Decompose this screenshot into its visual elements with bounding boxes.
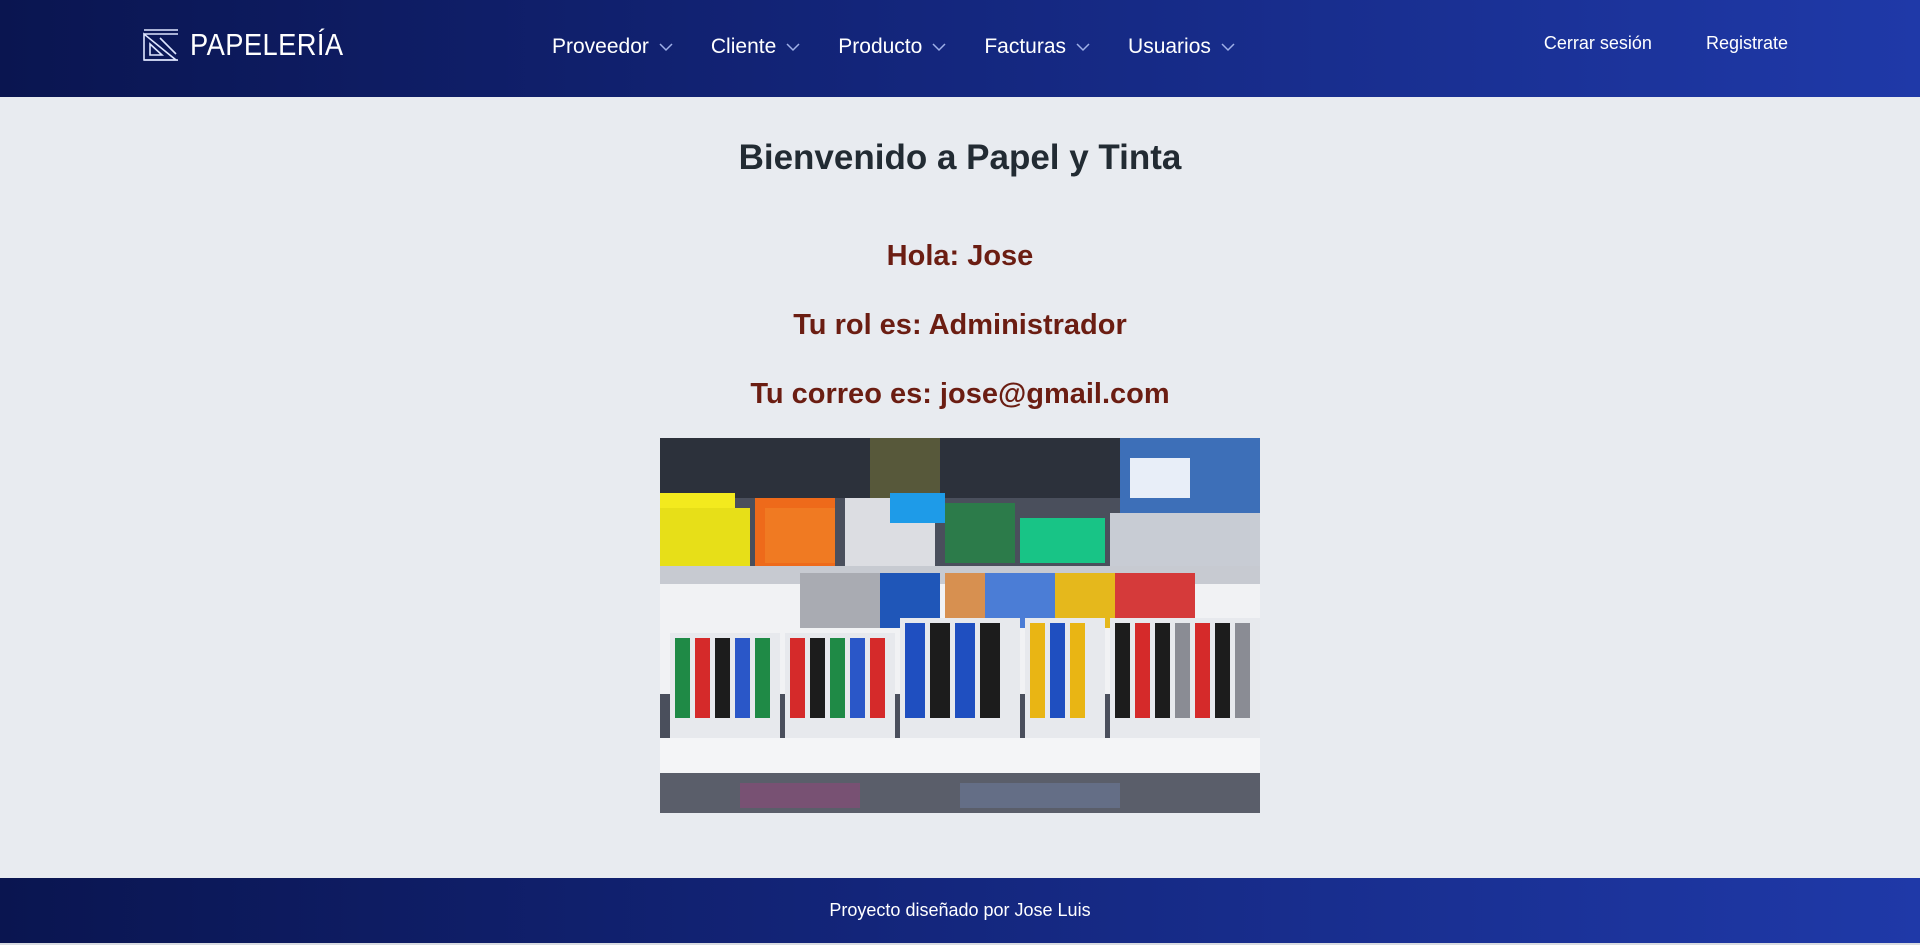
chevron-down-icon: [786, 42, 800, 51]
menu-producto[interactable]: Producto: [838, 30, 946, 64]
store-photo: [660, 438, 1260, 813]
chevron-down-icon: [932, 42, 946, 51]
menu-cliente[interactable]: Cliente: [711, 30, 800, 64]
menu-proveedor[interactable]: Proveedor: [552, 30, 673, 64]
ruler-triangle-icon: [143, 29, 179, 61]
role-text: Tu rol es: Administrador: [793, 309, 1127, 341]
chevron-down-icon: [1221, 42, 1235, 51]
greeting-text: Hola: Jose: [886, 240, 1034, 272]
menu-label: Producto: [838, 35, 923, 58]
main-menu: Proveedor Cliente Producto Facturas Usua…: [552, 30, 1273, 64]
page-title: Bienvenido a Papel y Tinta: [738, 138, 1182, 177]
stationery-shelf-illustration: [660, 438, 1260, 813]
menu-label: Proveedor: [552, 35, 649, 58]
menu-label: Usuarios: [1128, 35, 1211, 58]
email-text: Tu correo es: jose@gmail.com: [750, 378, 1170, 410]
brand-name: PAPELERÍA: [190, 27, 344, 62]
page-footer: Proyecto diseñado por Jose Luis: [0, 878, 1920, 943]
menu-label: Cliente: [710, 35, 777, 58]
top-navbar: PAPELERÍA Proveedor Cliente Producto Fac…: [0, 0, 1920, 97]
chevron-down-icon: [1076, 42, 1090, 51]
footer-credit: Proyecto diseñado por Jose Luis: [829, 900, 1091, 920]
menu-facturas[interactable]: Facturas: [984, 30, 1090, 64]
logout-link[interactable]: Cerrar sesión: [1544, 33, 1652, 54]
brand-link[interactable]: PAPELERÍA: [142, 24, 365, 66]
menu-label: Facturas: [984, 35, 1067, 58]
menu-usuarios[interactable]: Usuarios: [1128, 30, 1235, 64]
chevron-down-icon: [659, 42, 673, 51]
account-links: Cerrar sesión Registrate: [1544, 33, 1788, 54]
register-link[interactable]: Registrate: [1706, 33, 1788, 54]
